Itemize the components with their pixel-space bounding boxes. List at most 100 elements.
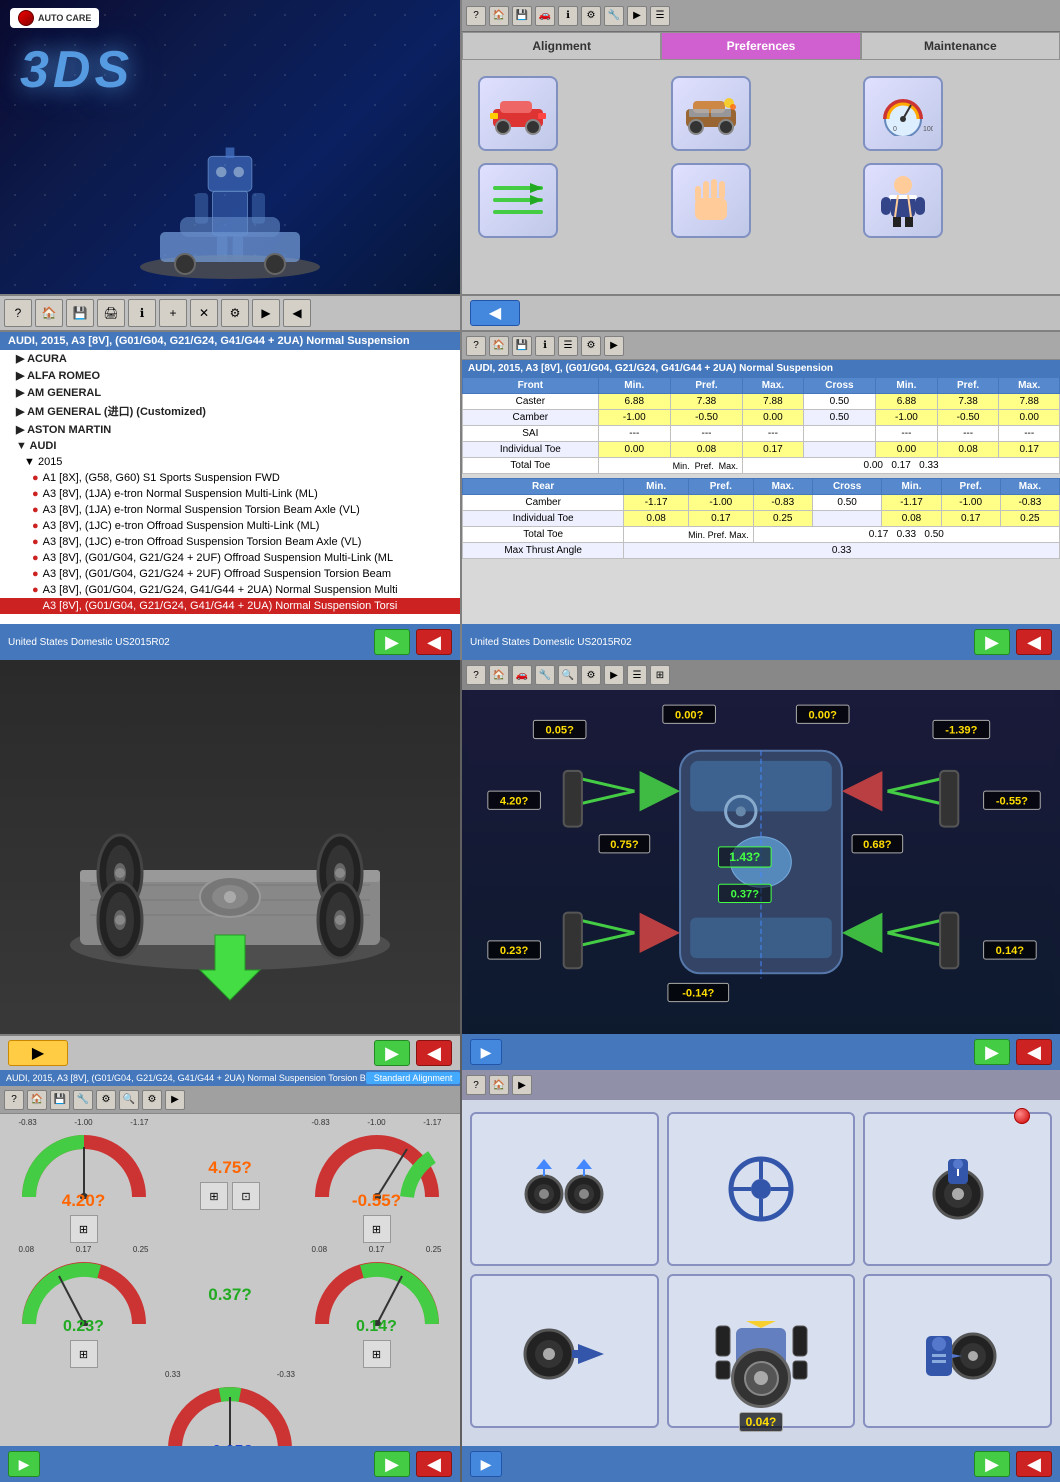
- calib-sensor-mount-btn[interactable]: [863, 1274, 1052, 1428]
- calib-sensors-btn[interactable]: [470, 1112, 659, 1266]
- list-item[interactable]: ▶ AM GENERAL: [0, 384, 460, 401]
- gauge-home[interactable]: 🏠: [27, 1090, 47, 1110]
- gauge-zoom[interactable]: 🔍: [119, 1090, 139, 1110]
- pref-person-btn[interactable]: [863, 163, 943, 238]
- pref-gauge-btn[interactable]: 0 100: [863, 76, 943, 151]
- live-car[interactable]: 🚗: [512, 665, 532, 685]
- list-item[interactable]: ▶ AM GENERAL (进口) (Customized): [0, 401, 460, 421]
- calib-wheel-arrow-btn[interactable]: [470, 1274, 659, 1428]
- calib-steering-btn[interactable]: [667, 1112, 856, 1266]
- center-icon2[interactable]: ⊡: [232, 1182, 260, 1210]
- specs-back[interactable]: ◀: [1016, 629, 1052, 655]
- list-item[interactable]: ●A1 [8X], (G58, G60) S1 Sports Suspensio…: [0, 470, 460, 486]
- live-help[interactable]: ?: [466, 665, 486, 685]
- gauge-save[interactable]: 💾: [50, 1090, 70, 1110]
- prefs-car[interactable]: 🚗: [535, 6, 555, 26]
- gauge-gear[interactable]: ⚙: [142, 1090, 162, 1110]
- prefs-home[interactable]: 🏠: [489, 6, 509, 26]
- list-item-selected[interactable]: ●A3 [8V], (G01/G04, G21/G24, G41/G44 + 2…: [0, 598, 460, 614]
- gauge-tool[interactable]: 🔧: [73, 1090, 93, 1110]
- back-arrow[interactable]: ◀: [416, 629, 452, 655]
- list-item[interactable]: ●A3 [8V], (1JA) e-tron Normal Suspension…: [0, 502, 460, 518]
- gauge-wrench[interactable]: ⚙: [96, 1090, 116, 1110]
- list-item[interactable]: ▶ ACURA: [0, 350, 460, 367]
- center-icon1[interactable]: ⊞: [200, 1182, 228, 1210]
- help-btn[interactable]: ?: [4, 299, 32, 327]
- calib-next[interactable]: ▶: [974, 1451, 1010, 1477]
- live-next[interactable]: ▶: [604, 665, 624, 685]
- back-btn[interactable]: ◀: [283, 299, 311, 327]
- specs-save[interactable]: 💾: [512, 336, 532, 356]
- calib-proceed[interactable]: ▶: [470, 1451, 502, 1477]
- list-item[interactable]: ▶ ALFA ROMEO: [0, 367, 460, 384]
- list-item[interactable]: ●A3 [8V], (1JA) e-tron Normal Suspension…: [0, 486, 460, 502]
- home-btn[interactable]: 🏠: [35, 299, 63, 327]
- rl-icon-btn[interactable]: ⊞: [70, 1340, 98, 1368]
- live-back-arrow[interactable]: ◀: [1016, 1039, 1052, 1065]
- prefs-gear[interactable]: ⚙: [581, 6, 601, 26]
- save-btn[interactable]: 💾: [66, 299, 94, 327]
- live-more[interactable]: ⊞: [650, 665, 670, 685]
- live-forward[interactable]: ▶: [470, 1039, 502, 1065]
- wheel-next[interactable]: ▶: [374, 1040, 410, 1066]
- gauge-back[interactable]: ◀: [416, 1451, 452, 1477]
- prefs-back-nav[interactable]: ◀: [470, 300, 520, 326]
- prefs-save[interactable]: 💾: [512, 6, 532, 26]
- wheel-back[interactable]: ◀: [416, 1040, 452, 1066]
- standard-alignment-tab[interactable]: Standard Alignment: [366, 1072, 460, 1084]
- specs-next[interactable]: ▶: [604, 336, 624, 356]
- pref-align-btn[interactable]: [478, 163, 558, 238]
- list-item[interactable]: ●A3 [8V], (G01/G04, G21/G24 + 2UF) Offro…: [0, 550, 460, 566]
- prefs-info[interactable]: ℹ: [558, 6, 578, 26]
- specs-home[interactable]: 🏠: [489, 336, 509, 356]
- specs-next[interactable]: ▶: [974, 629, 1010, 655]
- specs-gear[interactable]: ⚙: [581, 336, 601, 356]
- prefs-help[interactable]: ?: [466, 6, 486, 26]
- tab-preferences[interactable]: Preferences: [661, 32, 860, 60]
- list-item[interactable]: ●A3 [8V], (G01/G04, G21/G24, G41/G44 + 2…: [0, 582, 460, 598]
- print-btn[interactable]: 🖨: [97, 299, 125, 327]
- gauge-next[interactable]: ▶: [374, 1451, 410, 1477]
- prefs-next[interactable]: ▶: [627, 6, 647, 26]
- live-gear[interactable]: ⚙: [581, 665, 601, 685]
- prefs-list[interactable]: ☰: [650, 6, 670, 26]
- gauge-help[interactable]: ?: [4, 1090, 24, 1110]
- tab-alignment[interactable]: Alignment: [462, 32, 661, 60]
- calib-home[interactable]: 🏠: [489, 1075, 509, 1095]
- close-btn[interactable]: ✕: [190, 299, 218, 327]
- fr-icon-btn[interactable]: ⊞: [363, 1215, 391, 1243]
- pref-car-red-btn[interactable]: [478, 76, 558, 151]
- rr-icon-btn[interactable]: ⊞: [363, 1340, 391, 1368]
- live-home[interactable]: 🏠: [489, 665, 509, 685]
- live-tool[interactable]: 🔧: [535, 665, 555, 685]
- specs-list[interactable]: ☰: [558, 336, 578, 356]
- settings-btn[interactable]: ⚙: [221, 299, 249, 327]
- calib-back[interactable]: ◀: [1016, 1451, 1052, 1477]
- live-zoom[interactable]: 🔍: [558, 665, 578, 685]
- list-item[interactable]: ●A3 [8V], (G01/G04, G21/G24 + 2UF) Offro…: [0, 566, 460, 582]
- calib-help[interactable]: ?: [466, 1075, 486, 1095]
- live-next-arrow[interactable]: ▶: [974, 1039, 1010, 1065]
- list-item[interactable]: ●A3 [8V], (1JC) e-tron Offroad Suspensio…: [0, 534, 460, 550]
- list-item[interactable]: ●A3 [8V], (1JC) e-tron Offroad Suspensio…: [0, 518, 460, 534]
- gauge-proceed-btn[interactable]: ▶: [8, 1451, 40, 1477]
- calib-hub-btn[interactable]: [863, 1112, 1052, 1266]
- list-item[interactable]: ▶ ASTON MARTIN: [0, 421, 460, 438]
- next-btn[interactable]: ▶: [252, 299, 280, 327]
- specs-help[interactable]: ?: [466, 336, 486, 356]
- gauge-next[interactable]: ▶: [165, 1090, 185, 1110]
- list-item-audi[interactable]: ▼ AUDI: [0, 438, 460, 454]
- specs-info[interactable]: ℹ: [535, 336, 555, 356]
- list-item-year[interactable]: ▼ 2015: [0, 454, 460, 470]
- calib-next[interactable]: ▶: [512, 1075, 532, 1095]
- pref-car-color-btn[interactable]: [671, 76, 751, 151]
- wheel-forward-btn[interactable]: ▶: [8, 1040, 68, 1066]
- prefs-settings2[interactable]: 🔧: [604, 6, 624, 26]
- tab-maintenance[interactable]: Maintenance: [861, 32, 1060, 60]
- next-arrow[interactable]: ▶: [374, 629, 410, 655]
- pref-hand-btn[interactable]: [671, 163, 751, 238]
- add-btn[interactable]: +: [159, 299, 187, 327]
- info-btn[interactable]: ℹ: [128, 299, 156, 327]
- fl-icon-btn[interactable]: ⊞: [70, 1215, 98, 1243]
- live-list[interactable]: ☰: [627, 665, 647, 685]
